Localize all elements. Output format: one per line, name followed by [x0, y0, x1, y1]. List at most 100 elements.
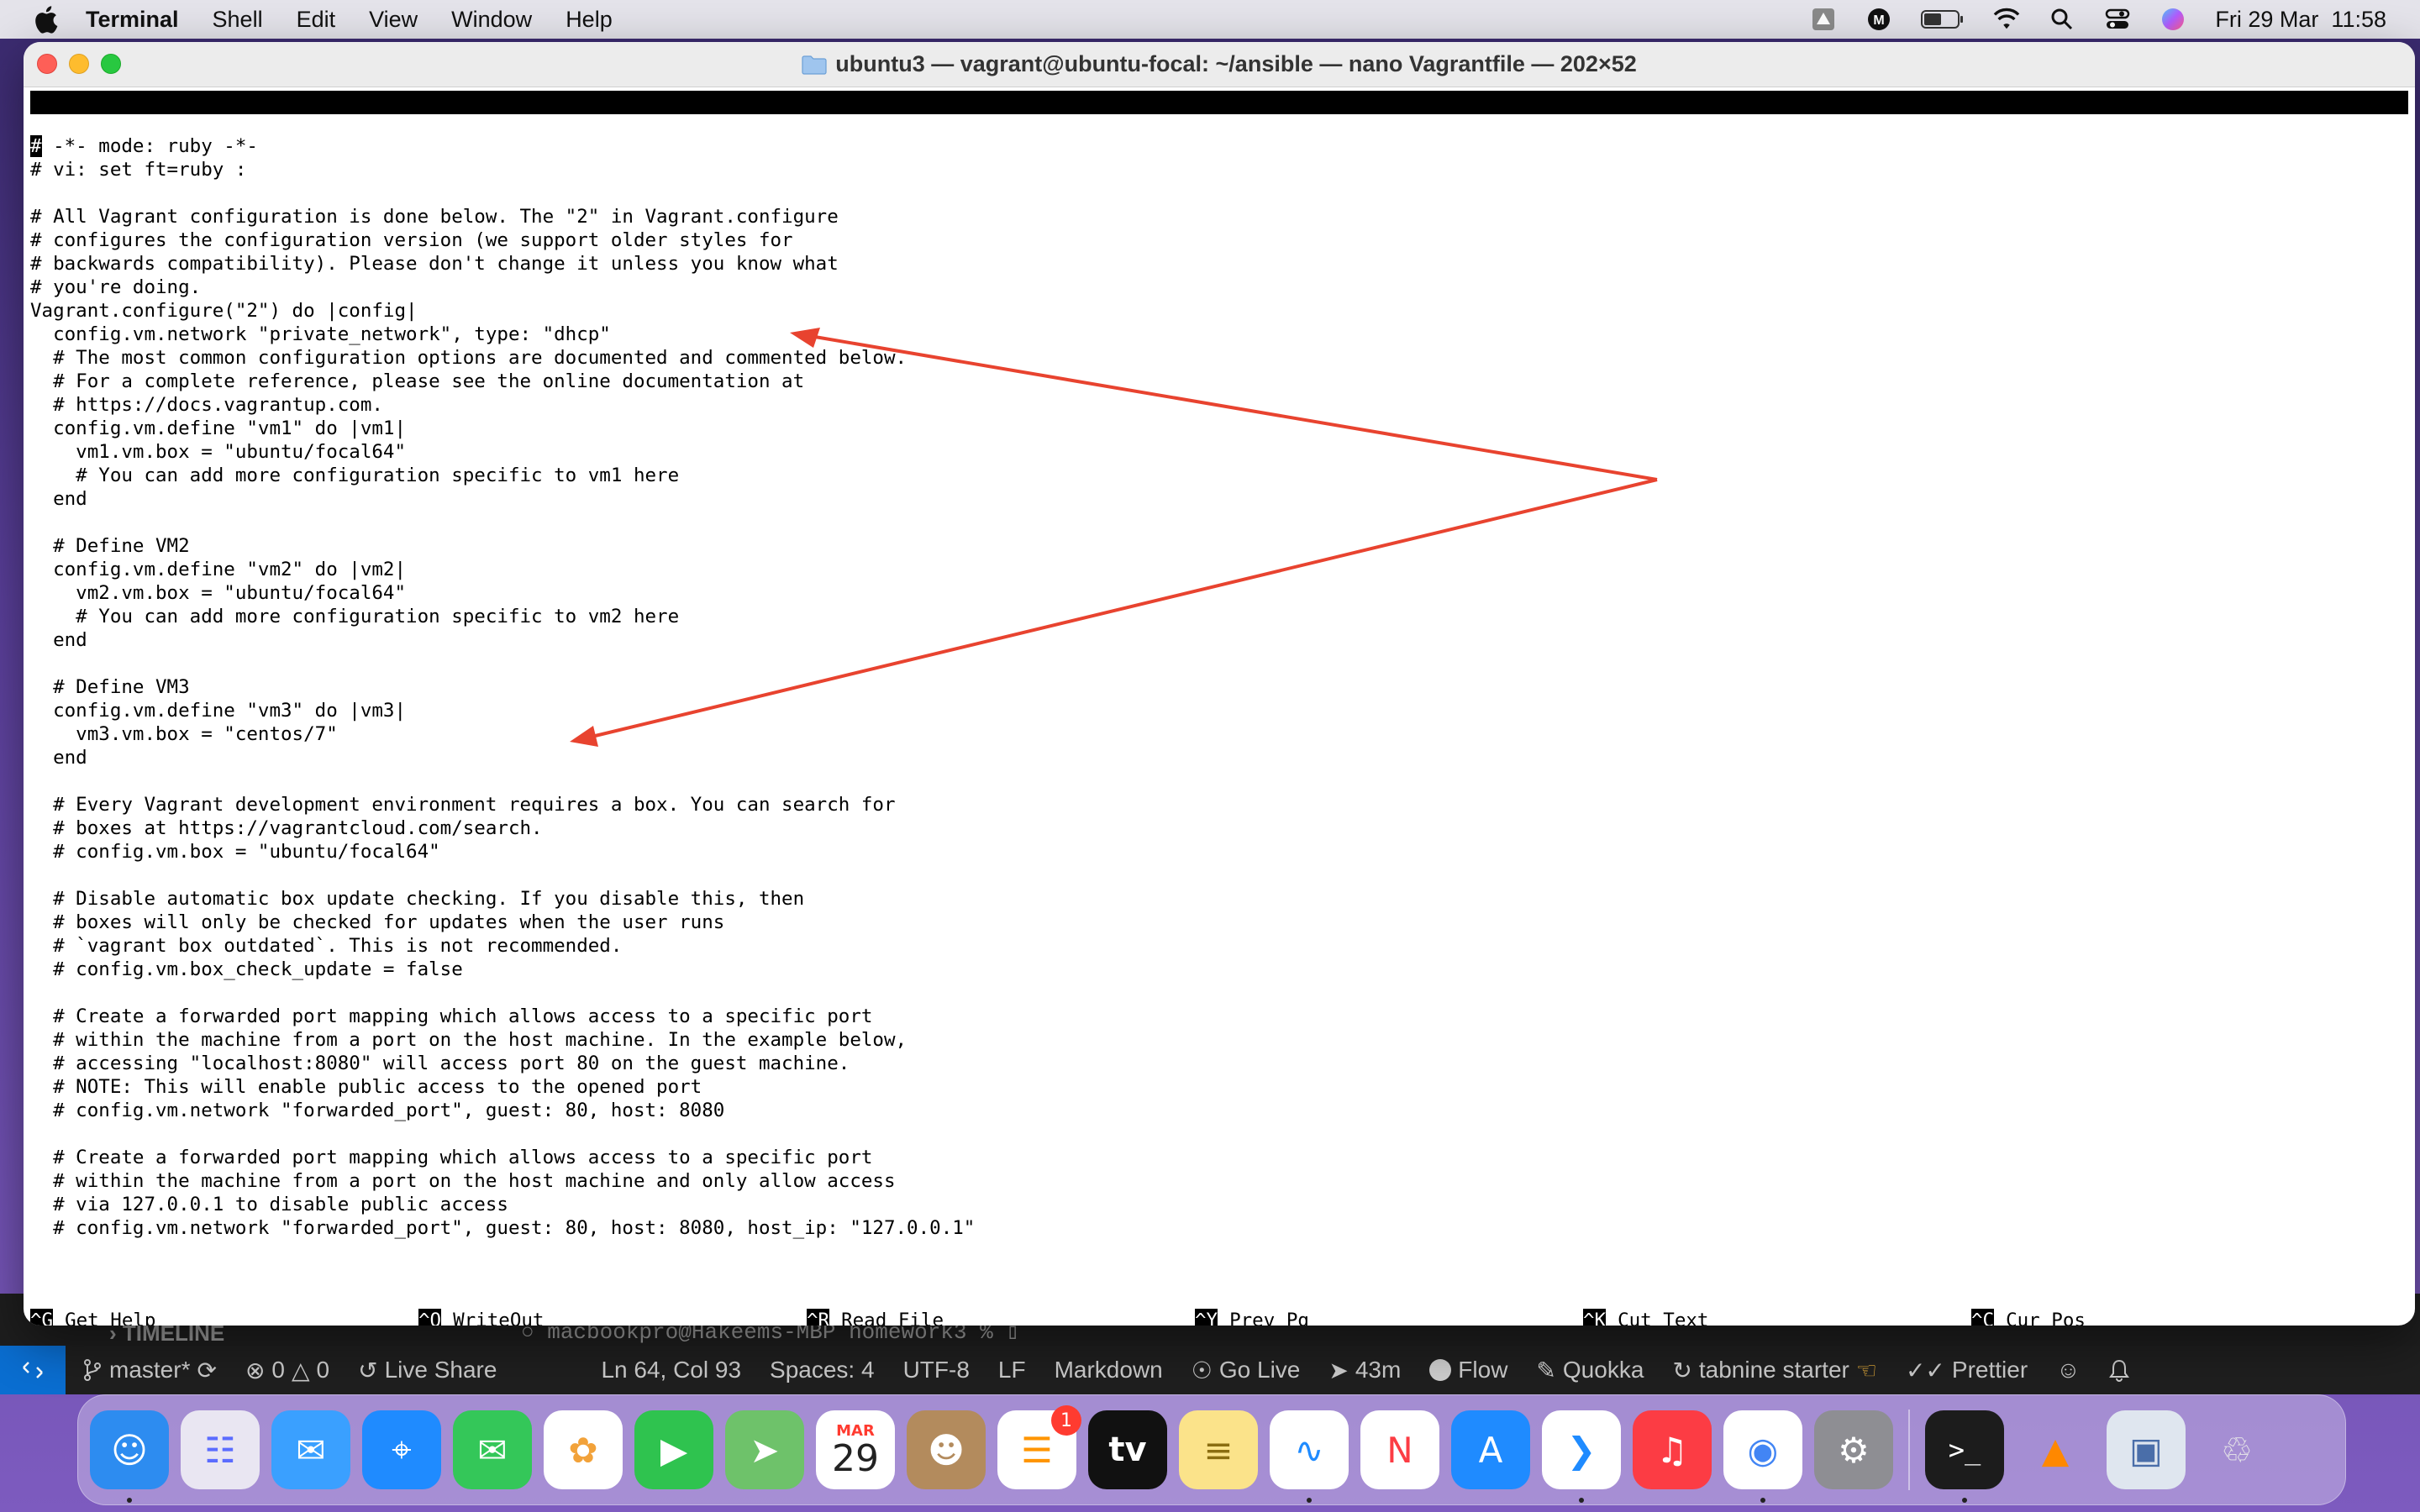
code-line[interactable]: # boxes will only be checked for updates…: [30, 911, 2408, 934]
freeform-icon[interactable]: ∿: [1270, 1410, 1349, 1503]
control-center-icon[interactable]: [2104, 6, 2131, 33]
code-line[interactable]: # You can add more configuration specifi…: [30, 605, 2408, 628]
menu-datetime[interactable]: Fri 29 Mar 11:58: [2215, 7, 2386, 33]
code-line[interactable]: config.vm.define "vm2" do |vm2|: [30, 558, 2408, 581]
cursor-position[interactable]: Ln 64, Col 93: [601, 1357, 741, 1383]
code-area[interactable]: # -*- mode: ruby -*- # vi: set ft=ruby : #…: [30, 134, 2408, 1240]
zoom-button[interactable]: [101, 54, 121, 74]
code-line[interactable]: # -*- mode: ruby -*-: [30, 134, 2408, 158]
facetime-icon[interactable]: ▶: [634, 1410, 713, 1489]
shortcut-cur-pos[interactable]: ^C Cur Pos: [1971, 1309, 2086, 1326]
code-line[interactable]: # Create a forwarded port mapping which …: [30, 1005, 2408, 1028]
code-line[interactable]: # vi: set ft=ruby :: [30, 158, 2408, 181]
shortcut-writeout[interactable]: ^O WriteOut: [418, 1309, 544, 1326]
code-line[interactable]: # backwards compatibility). Please don't…: [30, 252, 2408, 276]
tabnine-button[interactable]: ↻ tabnine starter ☜: [1672, 1357, 1877, 1384]
code-line[interactable]: # `vagrant box outdated`. This is not re…: [30, 934, 2408, 958]
notes-icon[interactable]: ≡: [1179, 1410, 1258, 1489]
chrome-icon[interactable]: ◉: [1723, 1410, 1802, 1503]
code-line[interactable]: end: [30, 487, 2408, 511]
menu-shell[interactable]: Shell: [213, 7, 263, 33]
code-line[interactable]: [30, 511, 2408, 534]
code-line[interactable]: config.vm.define "vm3" do |vm3|: [30, 699, 2408, 722]
code-line[interactable]: [30, 1122, 2408, 1146]
end-of-line[interactable]: LF: [998, 1357, 1026, 1383]
vscode-icon[interactable]: ❯: [1542, 1410, 1621, 1503]
wifi-icon[interactable]: [1993, 6, 2020, 33]
remote-indicator-icon[interactable]: [0, 1346, 66, 1394]
code-line[interactable]: # boxes at https://vagrantcloud.com/sear…: [30, 816, 2408, 840]
reminders-icon[interactable]: ☰ 1: [997, 1405, 1081, 1489]
code-line[interactable]: [30, 181, 2408, 205]
code-line[interactable]: # within the machine from a port on the …: [30, 1028, 2408, 1052]
code-line[interactable]: # You can add more configuration specifi…: [30, 464, 2408, 487]
drive-icon[interactable]: [1810, 6, 1837, 33]
calendar-icon[interactable]: MAR 29: [816, 1410, 895, 1489]
music-icon[interactable]: ♫: [1633, 1410, 1712, 1489]
code-line[interactable]: # https://docs.vagrantup.com.: [30, 393, 2408, 417]
menu-view[interactable]: View: [369, 7, 418, 33]
appstore-icon[interactable]: A: [1451, 1410, 1530, 1489]
code-line[interactable]: # Define VM3: [30, 675, 2408, 699]
wakatime-status[interactable]: ➤ 43m: [1328, 1357, 1401, 1384]
mail-icon[interactable]: ✉: [271, 1410, 350, 1489]
feedback-icon[interactable]: ☺: [2056, 1357, 2081, 1383]
code-line[interactable]: # config.vm.box = "ubuntu/focal64": [30, 840, 2408, 864]
code-line[interactable]: [30, 864, 2408, 887]
contacts-icon[interactable]: ☻: [907, 1410, 986, 1489]
code-line[interactable]: # within the machine from a port on the …: [30, 1169, 2408, 1193]
code-line[interactable]: vm1.vm.box = "ubuntu/focal64": [30, 440, 2408, 464]
code-line[interactable]: # config.vm.network "forwarded_port", gu…: [30, 1216, 2408, 1240]
siri-icon[interactable]: [2160, 6, 2186, 33]
code-line[interactable]: # Disable automatic box update checking.…: [30, 887, 2408, 911]
maps-icon[interactable]: ➤: [725, 1410, 804, 1489]
code-line[interactable]: [30, 981, 2408, 1005]
sync-icon[interactable]: ⟳: [197, 1357, 216, 1384]
battery-icon[interactable]: [1921, 6, 1965, 33]
terminal-content[interactable]: UW PICO 5.09 File: Vagrantfile # -*- mod…: [30, 91, 2415, 1326]
m-app-icon[interactable]: M: [1865, 6, 1892, 33]
code-line[interactable]: # All Vagrant configuration is done belo…: [30, 205, 2408, 228]
code-line[interactable]: end: [30, 746, 2408, 769]
code-line[interactable]: # configures the configuration version (…: [30, 228, 2408, 252]
prettier-button[interactable]: ✓✓ Prettier: [1906, 1357, 2028, 1384]
spotlight-icon[interactable]: [2049, 6, 2075, 33]
photos-icon[interactable]: ✿: [544, 1410, 623, 1489]
code-line[interactable]: # The most common configuration options …: [30, 346, 2408, 370]
preview-icon[interactable]: ▣: [2107, 1410, 2186, 1489]
shortcut-read-file[interactable]: ^R Read File: [807, 1309, 944, 1326]
encoding[interactable]: UTF-8: [903, 1357, 970, 1383]
code-line[interactable]: # For a complete reference, please see t…: [30, 370, 2408, 393]
code-line[interactable]: # via 127.0.0.1 to disable public access: [30, 1193, 2408, 1216]
code-line[interactable]: config.vm.define "vm1" do |vm1|: [30, 417, 2408, 440]
code-line[interactable]: end: [30, 628, 2408, 652]
language-mode[interactable]: Markdown: [1055, 1357, 1163, 1383]
close-button[interactable]: [37, 54, 57, 74]
shortcut-prev-pg[interactable]: ^Y Prev Pg: [1195, 1309, 1309, 1326]
quokka-button[interactable]: ✎ Quokka: [1536, 1357, 1644, 1384]
shortcut-get-help[interactable]: ^G Get Help: [30, 1309, 155, 1326]
code-line[interactable]: # NOTE: This will enable public access t…: [30, 1075, 2408, 1099]
news-icon[interactable]: N: [1360, 1410, 1439, 1489]
menu-app-name[interactable]: Terminal: [86, 7, 179, 33]
indentation[interactable]: Spaces: 4: [770, 1357, 875, 1383]
code-line[interactable]: # Define VM2: [30, 534, 2408, 558]
notifications-bell-icon[interactable]: [2108, 1358, 2129, 1382]
code-line[interactable]: # Every Vagrant development environment …: [30, 793, 2408, 816]
minimize-button[interactable]: [69, 54, 89, 74]
problems-status[interactable]: ⊗ 0 △ 0: [245, 1357, 329, 1384]
code-line[interactable]: # config.vm.box_check_update = false: [30, 958, 2408, 981]
flow-button[interactable]: Flow: [1429, 1357, 1507, 1383]
finder-icon[interactable]: ☺: [90, 1410, 169, 1503]
code-line[interactable]: # accessing "localhost:8080" will access…: [30, 1052, 2408, 1075]
window-titlebar[interactable]: ubuntu3 — vagrant@ubuntu-focal: ~/ansibl…: [24, 42, 2415, 87]
code-line[interactable]: # Create a forwarded port mapping which …: [30, 1146, 2408, 1169]
settings-icon[interactable]: ⚙: [1814, 1410, 1893, 1489]
terminal-icon[interactable]: >_: [1925, 1410, 2004, 1503]
code-line[interactable]: vm3.vm.box = "centos/7": [30, 722, 2408, 746]
branch-status[interactable]: master* ⟳: [82, 1357, 217, 1384]
messages-icon[interactable]: ✉: [453, 1410, 532, 1489]
trash-icon[interactable]: ♲: [2197, 1410, 2276, 1489]
apple-icon[interactable]: [29, 3, 62, 36]
go-live-button[interactable]: ☉ Go Live: [1192, 1357, 1301, 1384]
